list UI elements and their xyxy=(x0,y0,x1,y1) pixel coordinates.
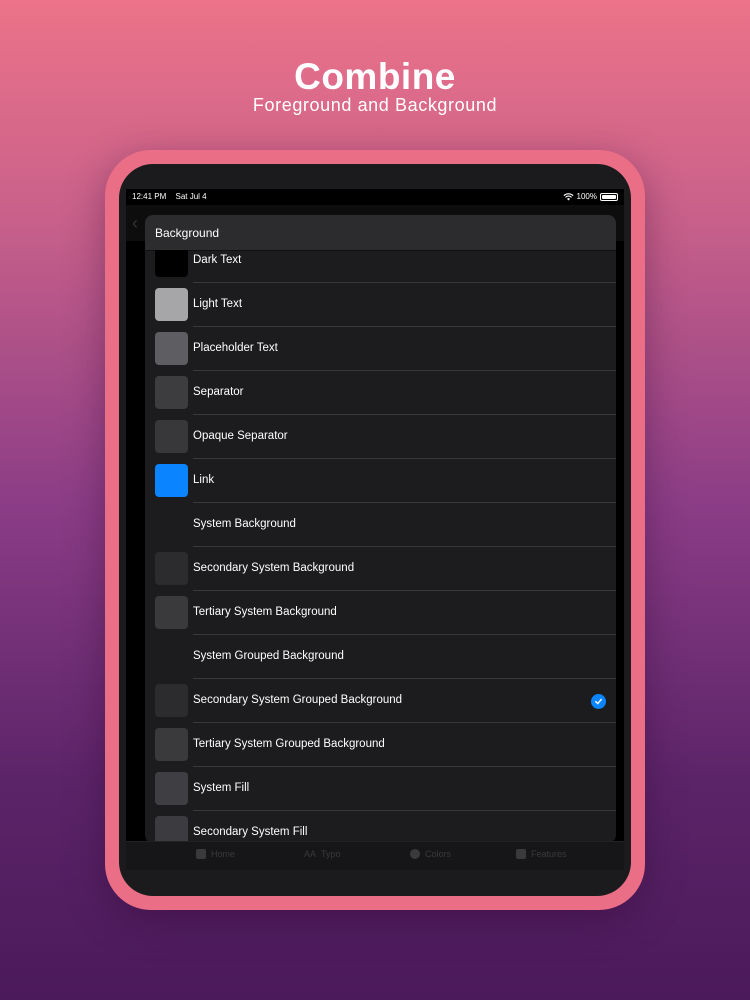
ipad-bezel: 12:41 PM Sat Jul 4 100% ‹ Background Dar… xyxy=(119,164,631,896)
status-bar: 12:41 PM Sat Jul 4 100% xyxy=(126,189,624,205)
status-date: Sat Jul 4 xyxy=(175,192,207,201)
list-item[interactable]: Light Text xyxy=(145,283,616,327)
color-swatch xyxy=(155,464,188,497)
home-icon xyxy=(196,849,206,859)
color-swatch xyxy=(155,508,188,541)
list-item[interactable]: System Fill xyxy=(145,767,616,811)
headline-title: Combine xyxy=(294,56,456,97)
list-item-label: Light Text xyxy=(193,298,243,310)
colors-icon xyxy=(410,849,420,859)
list-item[interactable]: Tertiary System Grouped Background xyxy=(145,723,616,767)
list-item-label: Tertiary System Grouped Background xyxy=(193,738,385,750)
list-item[interactable]: Separator xyxy=(145,371,616,415)
color-swatch xyxy=(155,684,188,717)
list-item[interactable]: System Background xyxy=(145,503,616,547)
back-chevron-icon[interactable]: ‹ xyxy=(132,213,138,234)
list-item[interactable]: Secondary System Background xyxy=(145,547,616,591)
color-swatch xyxy=(155,640,188,673)
list-item[interactable]: Secondary System Fill xyxy=(145,811,616,843)
tab-bar: Home AA Typo Colors Features xyxy=(126,841,624,870)
color-swatch xyxy=(155,420,188,453)
color-swatch xyxy=(155,816,188,843)
tab-features[interactable]: Features xyxy=(516,849,567,859)
list-item-label: Secondary System Fill xyxy=(193,826,308,838)
battery-percentage: 100% xyxy=(576,192,597,201)
status-time: 12:41 PM xyxy=(132,192,167,201)
color-swatch xyxy=(155,332,188,365)
color-swatch xyxy=(155,772,188,805)
list-item-label: System Background xyxy=(193,518,296,530)
list-item[interactable]: Link xyxy=(145,459,616,503)
battery-icon xyxy=(600,192,618,201)
checkmark-icon xyxy=(591,694,606,709)
list-item[interactable]: Placeholder Text xyxy=(145,327,616,371)
tab-typo-label: Typo xyxy=(321,849,341,859)
sheet-title: Background xyxy=(155,226,220,240)
features-icon xyxy=(516,849,526,859)
color-swatch xyxy=(155,288,188,321)
background-picker-sheet: Background Dark Text Light Text Placeholde… xyxy=(145,215,616,843)
list-item-label: Separator xyxy=(193,386,244,398)
color-swatch xyxy=(155,596,188,629)
list-item-label: Placeholder Text xyxy=(193,342,278,354)
tab-home-label: Home xyxy=(211,849,236,859)
list-item-label: Secondary System Background xyxy=(193,562,355,574)
list-item[interactable]: Secondary System Grouped Background xyxy=(145,679,616,723)
tab-home[interactable]: Home xyxy=(196,849,235,859)
list-item-label: System Grouped Background xyxy=(193,650,344,662)
list-item-label: Link xyxy=(193,474,215,486)
list-item-label: System Fill xyxy=(193,782,250,794)
list-item-label: Tertiary System Background xyxy=(193,606,337,618)
list-item[interactable]: Tertiary System Background xyxy=(145,591,616,635)
color-list: Dark Text Light Text Placeholder Text Separ… xyxy=(145,239,616,843)
color-swatch xyxy=(155,376,188,409)
color-swatch xyxy=(155,552,188,585)
tab-colors-label: Colors xyxy=(425,849,452,859)
tab-features-label: Features xyxy=(531,849,567,859)
app-screen: 12:41 PM Sat Jul 4 100% ‹ Background Dar… xyxy=(126,189,624,870)
list-item-label: Secondary System Grouped Background xyxy=(193,694,403,706)
headline-subtitle: Foreground and Background xyxy=(252,95,498,115)
tab-colors[interactable]: Colors xyxy=(410,849,451,859)
typography-icon: AA xyxy=(304,849,317,859)
list-item[interactable]: Opaque Separator xyxy=(145,415,616,459)
color-swatch xyxy=(155,728,188,761)
list-item-label: Opaque Separator xyxy=(193,430,288,442)
list-item-label: Dark Text xyxy=(193,254,242,266)
list-item[interactable]: System Grouped Background xyxy=(145,635,616,679)
sheet-header: Background xyxy=(145,215,616,250)
ipad-frame: 12:41 PM Sat Jul 4 100% ‹ Background Dar… xyxy=(105,150,645,910)
wifi-icon xyxy=(563,192,574,201)
tab-typo[interactable]: AA Typo xyxy=(304,849,341,859)
